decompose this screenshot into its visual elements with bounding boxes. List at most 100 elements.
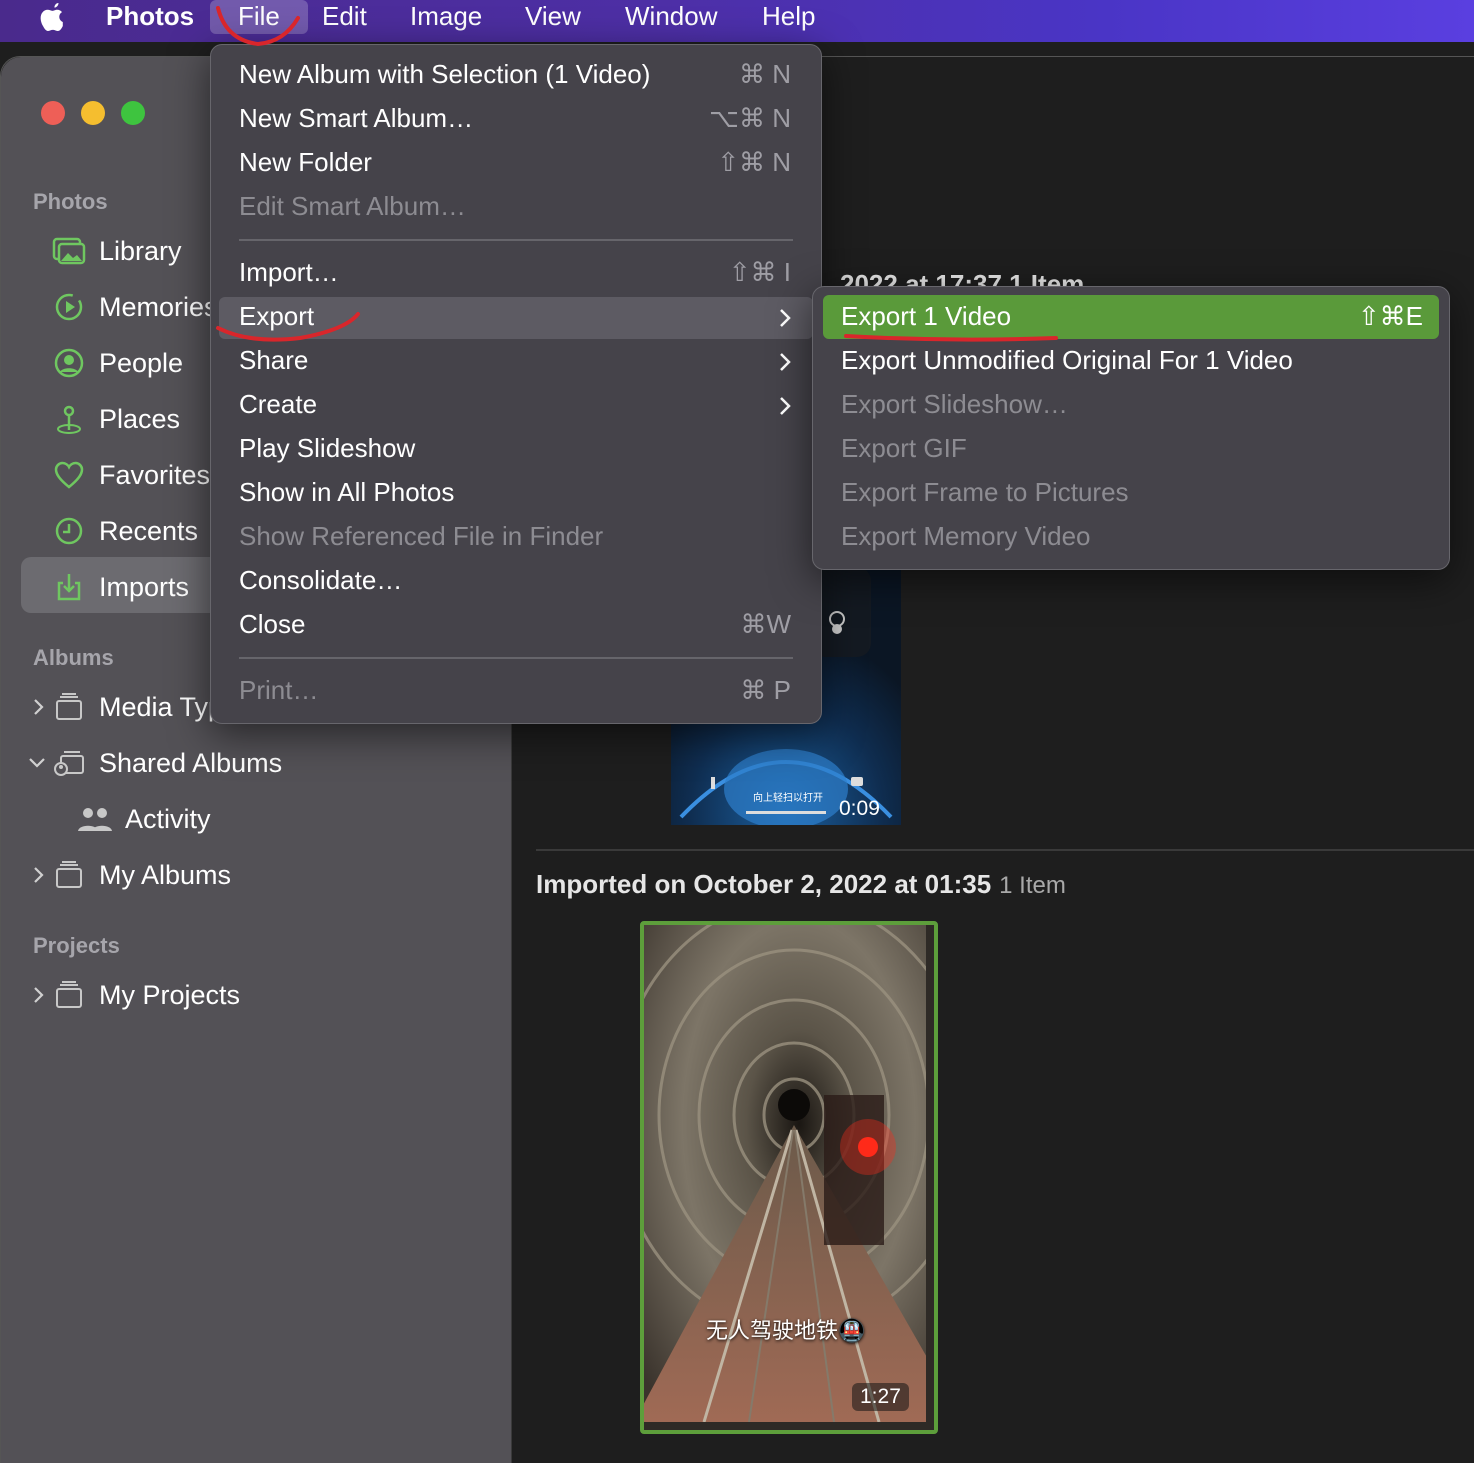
menu-item-create[interactable]: Create (219, 385, 813, 427)
import-group-1-title: 2022 at 17:37 1 Item (840, 269, 1085, 287)
menu-item-shortcut: ⌘ P (740, 675, 791, 705)
menu-item-share[interactable]: Share (219, 341, 813, 383)
album-stack-icon (51, 857, 87, 893)
map-pin-icon (51, 401, 87, 437)
menu-item-new-smart-album[interactable]: New Smart Album… ⌥⌘ N (219, 99, 813, 141)
menu-item-show-in-all-photos[interactable]: Show in All Photos (219, 473, 813, 515)
menu-app-photos[interactable]: Photos (106, 0, 194, 34)
clock-icon (51, 513, 87, 549)
zoom-window-button[interactable] (121, 101, 145, 125)
file-menu-dropdown: New Album with Selection (1 Video) ⌘ N N… (210, 44, 822, 724)
sidebar-item-recents[interactable]: Recents (51, 507, 198, 555)
chevron-right-icon (780, 309, 791, 327)
apple-icon[interactable] (38, 0, 68, 36)
sidebar-item-label: Imports (99, 571, 190, 602)
menu-edit[interactable]: Edit (322, 0, 367, 34)
people-icon (51, 345, 87, 381)
chevron-right-icon[interactable] (31, 865, 47, 885)
library-icon (51, 233, 87, 269)
menu-item-label: Export GIF (841, 433, 967, 463)
menu-item-label: Import… (239, 257, 339, 287)
sidebar-item-shared-albums[interactable]: Shared Albums (51, 739, 282, 787)
video-duration-label: 0:09 (839, 797, 880, 820)
sidebar-item-label: My Projects (99, 979, 241, 1010)
menu-item-close[interactable]: Close ⌘W (219, 605, 813, 647)
menu-item-label: Export Memory Video (841, 521, 1091, 551)
menu-item-label: Export 1 Video (841, 301, 1012, 331)
menu-item-label: New Smart Album… (239, 103, 474, 133)
menu-item-shortcut: ⌘W (740, 609, 791, 639)
menu-item-import[interactable]: Import… ⇧⌘ I (219, 253, 813, 295)
sidebar-item-places[interactable]: Places (51, 395, 180, 443)
chevron-right-icon[interactable] (31, 985, 47, 1005)
menu-item-label: Share (239, 345, 309, 375)
chevron-right-icon (780, 353, 791, 371)
section-divider (536, 849, 1474, 851)
menu-item-consolidate[interactable]: Consolidate… (219, 561, 813, 603)
menu-item-label: Export Frame to Pictures (841, 477, 1129, 507)
menu-view[interactable]: View (525, 0, 581, 34)
minimize-window-button[interactable] (81, 101, 105, 125)
people-group-icon (77, 801, 113, 837)
menu-item-label: Export (239, 301, 315, 331)
sidebar-item-label: Places (99, 403, 181, 434)
menu-item-label: Export Slideshow… (841, 389, 1068, 419)
menu-separator (239, 239, 793, 241)
menu-item-show-referenced-file: Show Referenced File in Finder (219, 517, 813, 559)
chevron-right-icon[interactable] (31, 697, 47, 717)
menu-item-export-1-video[interactable]: Export 1 Video ⇧⌘E (823, 295, 1439, 339)
sidebar-item-label: My Albums (99, 859, 232, 890)
menu-item-export-slideshow: Export Slideshow… (823, 383, 1439, 427)
sidebar-item-my-projects[interactable]: My Projects (51, 971, 240, 1019)
sidebar-item-my-albums[interactable]: My Albums (51, 851, 231, 899)
sidebar-item-activity[interactable]: Activity (77, 795, 211, 843)
thumb-caption: 向上轻扫以打开 (753, 793, 823, 804)
menu-item-label: Consolidate… (239, 565, 403, 595)
album-stack-icon (51, 689, 87, 725)
video-thumbnail-selected[interactable]: 无人驾驶地铁🚇 1:27 (640, 921, 938, 1434)
menu-item-edit-smart-album: Edit Smart Album… (219, 187, 813, 229)
video-frame-subway-tunnel (644, 925, 934, 1423)
menu-help[interactable]: Help (762, 0, 815, 34)
heart-icon (51, 457, 87, 493)
menu-separator (239, 657, 793, 659)
export-submenu: Export 1 Video ⇧⌘E Export Unmodified Ori… (812, 286, 1450, 570)
menu-bar: Photos File Edit Image View Window Help (0, 0, 1474, 42)
menu-image[interactable]: Image (410, 0, 482, 34)
sidebar-item-memories[interactable]: Memories (51, 283, 218, 331)
sidebar-item-library[interactable]: Library (51, 227, 182, 275)
thumb-caption: 无人驾驶地铁🚇 (706, 1318, 866, 1343)
sidebar-item-label: Activity (125, 803, 211, 834)
menu-item-new-folder[interactable]: New Folder ⇧⌘ N (219, 143, 813, 185)
sidebar-item-people[interactable]: People (51, 339, 183, 387)
menu-item-export[interactable]: Export (219, 297, 813, 339)
sidebar-item-imports[interactable]: Imports (51, 563, 189, 611)
video-duration-label: 1:27 (852, 1383, 909, 1411)
menu-item-label: New Folder (239, 147, 372, 177)
sidebar-section-projects: Projects (33, 933, 120, 958)
import-group-2-header: Imported on October 2, 2022 at 01:35 1 It… (536, 869, 1066, 900)
close-window-button[interactable] (41, 101, 65, 125)
chevron-right-icon (780, 397, 791, 415)
menu-window[interactable]: Window (625, 0, 717, 34)
menu-file[interactable]: File (210, 0, 308, 34)
sidebar-item-favorites[interactable]: Favorites (51, 451, 210, 499)
menu-item-label: Show Referenced File in Finder (239, 521, 604, 551)
menu-item-label: Export Unmodified Original For 1 Video (841, 345, 1293, 375)
menu-item-export-frame-to-pictures: Export Frame to Pictures (823, 471, 1439, 515)
menu-item-label: New Album with Selection (1 Video) (239, 59, 651, 89)
menu-item-label: Close (239, 609, 306, 639)
import-group-2-count: 1 Item (999, 872, 1066, 899)
menu-item-shortcut: ⇧⌘E (1357, 301, 1423, 331)
menu-item-export-unmodified-original[interactable]: Export Unmodified Original For 1 Video (823, 339, 1439, 383)
chevron-down-icon[interactable] (27, 753, 47, 773)
menu-item-shortcut: ⌘ N (739, 59, 791, 89)
menu-item-label: Create (239, 389, 318, 419)
menu-item-shortcut: ⌥⌘ N (709, 103, 791, 133)
menu-item-shortcut: ⇧⌘ I (728, 257, 791, 287)
sidebar-section-albums: Albums (33, 645, 114, 670)
menu-item-new-album-with-selection[interactable]: New Album with Selection (1 Video) ⌘ N (219, 55, 813, 97)
menu-item-shortcut: ⇧⌘ N (717, 147, 791, 177)
menu-item-play-slideshow[interactable]: Play Slideshow (219, 429, 813, 471)
menu-item-label: Show in All Photos (239, 477, 455, 507)
